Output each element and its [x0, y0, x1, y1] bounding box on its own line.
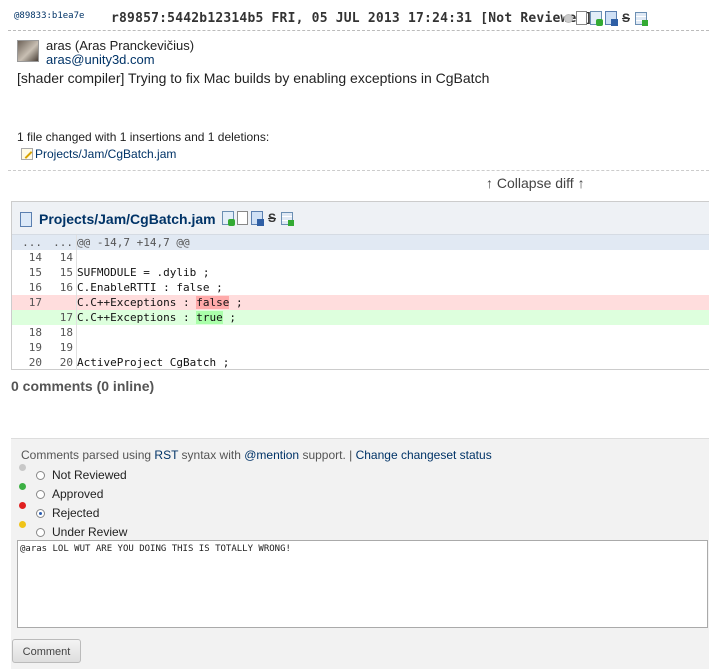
divider	[8, 170, 709, 171]
changed-token: false	[196, 296, 230, 309]
show-full-file-icon[interactable]	[222, 211, 235, 226]
diff-line: 20 20 ActiveProject CgBatch ;	[12, 355, 709, 370]
diff-code: SUFMODULE = .dylib ;	[77, 265, 209, 280]
comment-textarea[interactable]: @aras LOL WUT ARE YOU DOING THIS IS TOTA…	[17, 540, 708, 628]
author-name: aras (Aras Pranckevičius)	[46, 38, 195, 53]
old-line-number[interactable]: 14	[12, 250, 42, 265]
old-line-number[interactable]: 15	[12, 265, 42, 280]
collapse-diff-link[interactable]: ↑ Collapse diff ↑	[486, 175, 585, 191]
side-by-side-icon[interactable]	[281, 211, 294, 226]
status-color-dot-icon	[19, 521, 26, 528]
diff-line: 15 15 SUFMODULE = .dylib ;	[12, 265, 709, 280]
old-line-number[interactable]: 20	[12, 355, 42, 370]
status-label: Under Review	[52, 525, 128, 539]
diff-hunk-header: ... ... @@ -14,7 +14,7 @@	[12, 235, 709, 250]
note-text: Comments parsed using	[21, 448, 155, 462]
author-email-link[interactable]: aras@unity3d.com	[46, 52, 155, 67]
new-line-number: ...	[53, 236, 73, 249]
commit-message: [shader compiler] Trying to fix Mac buil…	[17, 70, 490, 86]
status-radio[interactable]	[36, 528, 45, 537]
rst-link[interactable]: RST	[154, 448, 178, 462]
diff-file-header: Projects/Jam/CgBatch.jam S	[12, 202, 709, 235]
revision-id-date: r89857:5442b12314b5 FRI, 05 JUL 2013 17:…	[111, 11, 473, 26]
diff-code: C.C++Exceptions : false ;	[77, 295, 243, 310]
changed-file-item[interactable]: Projects/Jam/CgBatch.jam	[21, 147, 176, 161]
ignore-whitespace-icon[interactable]: S	[266, 211, 278, 225]
download-file-icon[interactable]	[251, 211, 264, 226]
diff-line: 19 19	[12, 340, 709, 355]
code-text: SUFMODULE = .dylib ;	[77, 266, 210, 279]
new-line-number[interactable]: 20	[43, 355, 73, 370]
diff-file-actions: S	[222, 211, 294, 226]
code-text: C.C++Exceptions :	[77, 311, 197, 324]
diff-line: 16 16 C.EnableRTTI : false ;	[12, 280, 709, 295]
status-radio[interactable]	[36, 509, 45, 518]
new-line-number[interactable]: 15	[43, 265, 73, 280]
patch-diff-icon[interactable]	[590, 11, 603, 26]
hunk-range: @@ -14,7 +14,7 @@	[77, 236, 190, 249]
new-line-number[interactable]: 16	[43, 280, 73, 295]
comment-form: Comments parsed using RST syntax with @m…	[11, 438, 709, 669]
diff-line: 17 C.C++Exceptions : true ;	[12, 310, 709, 325]
status-radio[interactable]	[36, 490, 45, 499]
mention-link[interactable]: @mention	[244, 448, 299, 462]
note-text: support. |	[299, 448, 356, 462]
diff-lines: 14 14 15 15 SUFMODULE = .dylib ; 16 16 C.Enable…	[12, 250, 709, 370]
diff-panel: Projects/Jam/CgBatch.jam S ... ... @@ -1…	[11, 201, 709, 370]
old-line-number[interactable]: 18	[12, 325, 42, 340]
code-text: ;	[229, 296, 243, 309]
raw-file-icon[interactable]	[237, 211, 248, 225]
short-revision-link[interactable]: @89833:b1ea7e	[14, 11, 84, 21]
status-label: Not Reviewed	[52, 468, 127, 482]
comment-submit-button[interactable]: Comment	[12, 639, 81, 663]
status-label: Approved	[52, 487, 104, 501]
comments-count: 0 comments (0 inline)	[11, 378, 155, 394]
status-radio[interactable]	[36, 471, 45, 480]
raw-diff-icon[interactable]	[576, 11, 587, 25]
diff-file-name[interactable]: Projects/Jam/CgBatch.jam	[39, 211, 216, 227]
old-line-number[interactable]: 16	[12, 280, 42, 295]
new-line-number[interactable]: 17	[43, 310, 73, 325]
diff-code: C.EnableRTTI : false ;	[77, 280, 223, 295]
diff-line: 17 C.C++Exceptions : false ;	[12, 295, 709, 310]
change-summary: 1 file changed with 1 insertions and 1 d…	[17, 130, 270, 144]
side-by-side-diff-icon[interactable]	[635, 11, 648, 26]
modified-file-icon	[21, 148, 33, 160]
code-text: ;	[222, 311, 236, 324]
note-text: syntax with	[178, 448, 245, 462]
new-line-number[interactable]: 18	[43, 325, 73, 340]
new-line-number[interactable]: 19	[43, 340, 73, 355]
comment-form-note: Comments parsed using RST syntax with @m…	[21, 448, 492, 462]
diff-line: 18 18	[12, 325, 709, 340]
download-diff-icon[interactable]	[605, 11, 618, 26]
file-icon	[20, 212, 32, 227]
status-color-dot-icon	[19, 502, 26, 509]
code-text: ActiveProject CgBatch ;	[77, 356, 230, 369]
changed-file-link[interactable]: Projects/Jam/CgBatch.jam	[35, 147, 176, 161]
ignore-whitespace-icon[interactable]: S	[620, 11, 632, 25]
status-label: Rejected	[52, 506, 100, 520]
code-text: C.C++Exceptions :	[77, 296, 197, 309]
revision-title: r89857:5442b12314b5 FRI, 05 JUL 2013 17:…	[111, 11, 593, 26]
old-line-number: ...	[22, 236, 42, 249]
old-line-number[interactable]: 19	[12, 340, 42, 355]
diff-code: C.C++Exceptions : true ;	[77, 310, 236, 325]
status-color-dot-icon	[19, 483, 26, 490]
change-status-link[interactable]: Change changeset status	[356, 448, 492, 462]
diff-line: 14 14	[12, 250, 709, 265]
code-text: C.EnableRTTI : false ;	[77, 281, 223, 294]
old-line-number[interactable]: 17	[12, 295, 42, 310]
changed-token: true	[196, 311, 223, 324]
new-line-number[interactable]: 14	[43, 250, 73, 265]
author-avatar	[17, 40, 39, 62]
header-actions: S	[564, 11, 648, 26]
status-grey-dot-icon	[564, 13, 573, 23]
status-color-dot-icon	[19, 464, 26, 471]
diff-code: ActiveProject CgBatch ;	[77, 355, 229, 370]
changeset-header: @89833:b1ea7e r89857:5442b12314b5 FRI, 0…	[8, 4, 709, 31]
